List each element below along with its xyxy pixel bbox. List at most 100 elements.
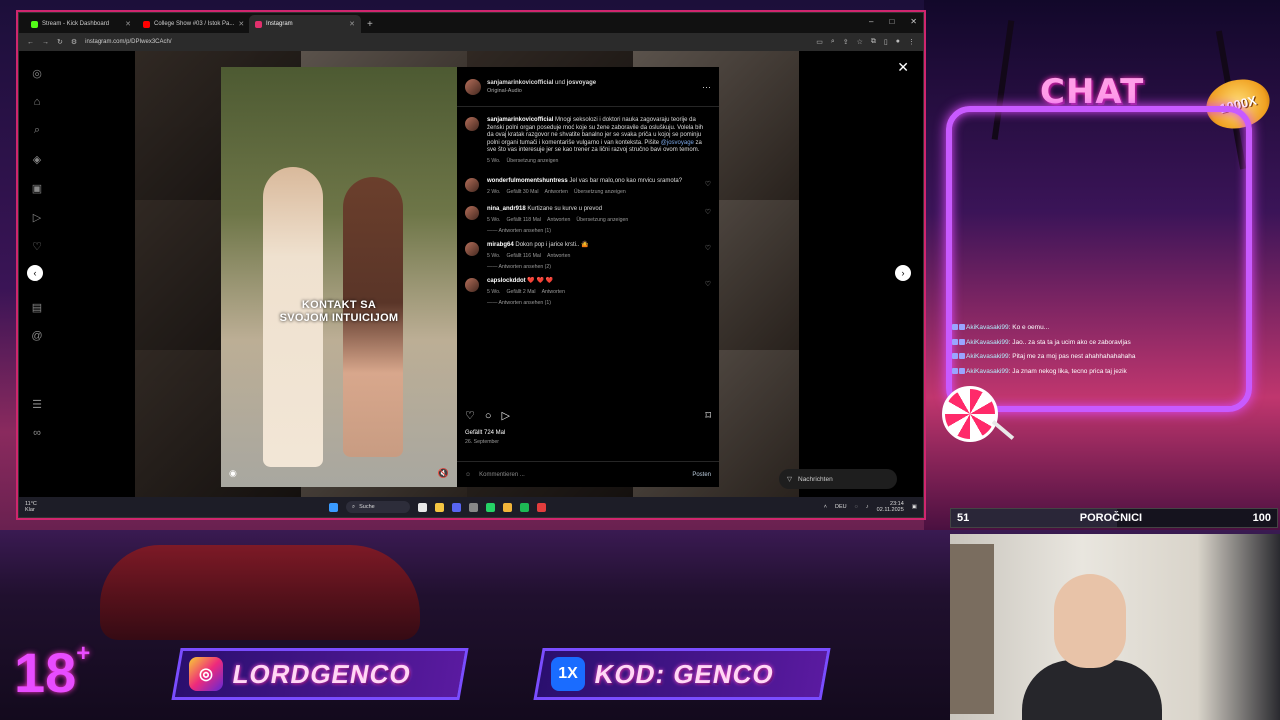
avatar[interactable] bbox=[465, 206, 479, 220]
comment-icon[interactable]: ○ bbox=[485, 410, 492, 422]
tray-chevron-icon[interactable]: ˄ bbox=[824, 504, 827, 510]
search-icon[interactable]: ⌕ bbox=[34, 124, 40, 137]
cast-icon[interactable]: ▭ bbox=[816, 38, 823, 46]
menu-icon[interactable]: ☰ bbox=[32, 398, 42, 411]
reels-icon[interactable]: ▣ bbox=[32, 182, 42, 195]
menu-dots-icon[interactable]: ⋮ bbox=[908, 38, 915, 46]
like-comment-icon[interactable]: ♡ bbox=[705, 180, 711, 196]
app-icon[interactable] bbox=[469, 502, 478, 512]
likes-count[interactable]: Gefällt 724 Mal bbox=[465, 430, 711, 436]
post-comment-button[interactable]: Posten bbox=[692, 472, 711, 478]
messages-button[interactable]: ▽ Nachrichten bbox=[779, 469, 897, 489]
extensions-icon[interactable]: ⧉ bbox=[871, 38, 876, 46]
share-icon[interactable]: ⇪ bbox=[843, 38, 849, 46]
dashboard-icon[interactable]: ▤ bbox=[32, 301, 42, 314]
windows-start-icon[interactable] bbox=[329, 502, 338, 512]
notifications-icon[interactable]: ♡ bbox=[32, 240, 42, 253]
tab-youtube[interactable]: College Show #03 / Istok Pa... ✕ bbox=[137, 15, 249, 33]
obs-icon[interactable] bbox=[537, 502, 546, 512]
translate-link[interactable]: Übersetzung anzeigen bbox=[506, 158, 558, 166]
save-bookmark-icon[interactable]: ⌑ bbox=[705, 409, 711, 422]
close-icon[interactable]: ✕ bbox=[125, 20, 131, 28]
comment-username[interactable]: capslockddot bbox=[487, 278, 526, 284]
folder-icon[interactable] bbox=[503, 502, 512, 512]
avatar[interactable] bbox=[465, 78, 481, 95]
zoom-icon[interactable]: ⌕ bbox=[831, 38, 835, 46]
comment-likes[interactable]: Gefällt 2 Mal bbox=[506, 289, 535, 297]
instagram-icon[interactable]: ◎ bbox=[32, 67, 42, 80]
comment-likes[interactable]: Gefällt 116 Mal bbox=[506, 253, 541, 261]
whatsapp-icon[interactable] bbox=[486, 502, 495, 512]
close-icon[interactable]: ✕ bbox=[349, 20, 355, 28]
coauthor-username[interactable]: josvoyage bbox=[567, 80, 596, 86]
avatar[interactable] bbox=[465, 242, 479, 256]
mute-icon[interactable]: 🔇 bbox=[438, 468, 449, 479]
like-comment-icon[interactable]: ♡ bbox=[705, 208, 711, 224]
caption-username[interactable]: sanjamarinkovicofficial bbox=[487, 117, 553, 123]
like-comment-icon[interactable]: ♡ bbox=[705, 280, 711, 296]
site-info-icon[interactable]: ⚙ bbox=[71, 38, 77, 46]
emoji-icon[interactable]: ☺ bbox=[465, 472, 471, 478]
comment-likes[interactable]: Gefällt 30 Mal bbox=[506, 189, 538, 197]
comment-username[interactable]: mirabg64 bbox=[487, 242, 514, 248]
sidebar-icon[interactable]: ▯ bbox=[884, 38, 888, 46]
reply-link[interactable]: Antworten bbox=[547, 253, 570, 261]
caption-mention[interactable]: @josvoyage bbox=[661, 140, 694, 146]
url-field[interactable]: instagram.com/p/DPIwex3CAch/ bbox=[85, 35, 809, 49]
view-replies-link[interactable]: —— Antworten ansehen (1) bbox=[457, 300, 719, 306]
reload-icon[interactable]: ↻ bbox=[57, 38, 63, 46]
reply-link[interactable]: Antworten bbox=[544, 189, 567, 197]
volume-icon[interactable]: ♪ bbox=[866, 504, 869, 510]
tab-kick-dashboard[interactable]: Stream - Kick Dashboard ✕ bbox=[25, 15, 137, 33]
chrome-icon[interactable] bbox=[435, 502, 444, 512]
forward-icon[interactable]: → bbox=[42, 39, 49, 46]
comment-username[interactable]: nina_andr918 bbox=[487, 206, 526, 212]
view-replies-link[interactable]: —— Antworten ansehen (2) bbox=[457, 264, 719, 270]
audio-label[interactable]: Original-Audio bbox=[487, 87, 596, 95]
comment-likes[interactable]: Gefällt 118 Mal bbox=[506, 217, 541, 225]
profile-icon[interactable]: ● bbox=[896, 38, 900, 46]
bookmark-star-icon[interactable]: ☆ bbox=[857, 38, 863, 46]
like-icon[interactable]: ♡ bbox=[465, 409, 475, 422]
close-window-button[interactable]: ✕ bbox=[910, 17, 917, 26]
new-tab-button[interactable]: + bbox=[361, 19, 379, 33]
taskbar-search[interactable]: ⌕ Suche bbox=[346, 501, 410, 513]
like-comment-icon[interactable]: ♡ bbox=[705, 244, 711, 260]
share-icon[interactable]: ▷ bbox=[502, 409, 510, 422]
comment-input[interactable]: Kommentieren ... bbox=[479, 472, 525, 478]
meta-icon[interactable]: ∞ bbox=[33, 427, 41, 439]
avatar[interactable] bbox=[465, 178, 479, 192]
weather-widget[interactable]: 11°C Klar bbox=[25, 501, 37, 513]
close-post-icon[interactable]: ✕ bbox=[897, 59, 909, 76]
discord-icon[interactable] bbox=[452, 502, 461, 512]
reply-link[interactable]: Antworten bbox=[542, 289, 565, 297]
author-username[interactable]: sanjamarinkovicofficial bbox=[487, 80, 553, 86]
notification-icon[interactable]: ▣ bbox=[912, 504, 917, 510]
messages-icon[interactable]: ▷ bbox=[33, 211, 41, 224]
view-replies-link[interactable]: —— Antworten ansehen (1) bbox=[457, 228, 719, 234]
translate-link[interactable]: Übersetzung anzeigen bbox=[574, 189, 626, 197]
maximize-button[interactable]: □ bbox=[889, 17, 894, 26]
user-tag-icon[interactable]: ◉ bbox=[229, 468, 237, 479]
avatar[interactable] bbox=[465, 117, 479, 131]
avatar[interactable] bbox=[465, 278, 479, 292]
minimize-button[interactable]: – bbox=[869, 17, 873, 26]
close-icon[interactable]: ✕ bbox=[238, 20, 244, 28]
next-post-button[interactable]: › bbox=[895, 265, 911, 281]
back-icon[interactable]: ← bbox=[27, 39, 34, 46]
spotify-icon[interactable] bbox=[520, 502, 529, 512]
file-icon[interactable] bbox=[418, 502, 427, 512]
previous-post-button[interactable]: ‹ bbox=[27, 265, 43, 281]
more-options-icon[interactable]: ··· bbox=[702, 82, 711, 92]
home-icon[interactable]: ⌂ bbox=[34, 96, 41, 108]
clock[interactable]: 23:14 02.11.2025 bbox=[877, 501, 904, 513]
wifi-icon[interactable]: ◌ bbox=[855, 504, 858, 510]
language-indicator[interactable]: DEU bbox=[835, 504, 847, 510]
translate-link[interactable]: Übersetzung anzeigen bbox=[576, 217, 628, 225]
threads-icon[interactable]: @ bbox=[31, 330, 42, 342]
reply-link[interactable]: Antworten bbox=[547, 217, 570, 225]
explore-icon[interactable]: ◈ bbox=[33, 153, 41, 166]
tab-instagram[interactable]: Instagram ✕ bbox=[249, 15, 361, 33]
comment-username[interactable]: wonderfulmomentshuntress bbox=[487, 178, 568, 184]
post-video[interactable]: KONTAKT SA SVOJOM INTUICIJOM ◉ 🔇 bbox=[221, 67, 457, 487]
